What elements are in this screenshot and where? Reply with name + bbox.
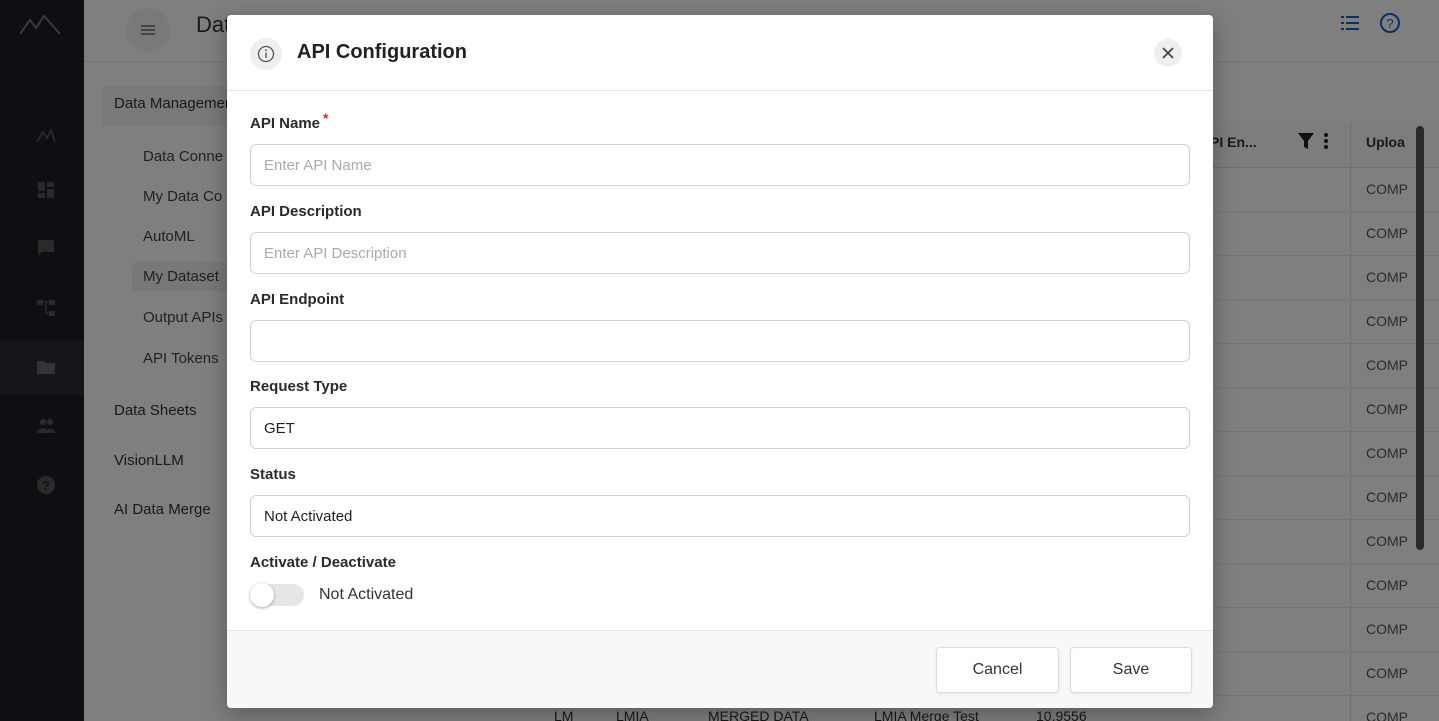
activation-toggle[interactable] bbox=[250, 583, 304, 607]
toggle-knob bbox=[250, 583, 274, 607]
activate-deactivate-label: Activate / Deactivate bbox=[250, 554, 396, 571]
required-asterisk: * bbox=[323, 110, 329, 126]
api-description-label: API Description bbox=[250, 203, 362, 220]
save-button[interactable]: Save bbox=[1070, 647, 1192, 693]
api-description-input[interactable] bbox=[250, 232, 1190, 274]
status-input[interactable] bbox=[250, 495, 1190, 537]
request-type-label: Request Type bbox=[250, 378, 348, 395]
status-label: Status bbox=[250, 466, 296, 483]
close-icon bbox=[1162, 47, 1174, 59]
cancel-button[interactable]: Cancel bbox=[936, 647, 1059, 693]
dialog-footer: Cancel Save bbox=[227, 630, 1213, 708]
api-name-input[interactable] bbox=[250, 144, 1190, 186]
dialog-header: API Configuration bbox=[227, 15, 1213, 91]
api-configuration-dialog: API Configuration API Name* API Descript… bbox=[227, 15, 1213, 708]
toggle-state-text: Not Activated bbox=[319, 586, 414, 603]
api-endpoint-label: API Endpoint bbox=[250, 291, 345, 308]
api-endpoint-input[interactable] bbox=[250, 320, 1190, 362]
dialog-title: API Configuration bbox=[297, 41, 467, 63]
api-name-label-text: API Name bbox=[250, 115, 321, 132]
close-button[interactable] bbox=[1154, 39, 1182, 67]
api-name-label: API Name * bbox=[250, 110, 328, 132]
info-icon bbox=[250, 38, 282, 70]
request-type-input[interactable] bbox=[250, 407, 1190, 449]
